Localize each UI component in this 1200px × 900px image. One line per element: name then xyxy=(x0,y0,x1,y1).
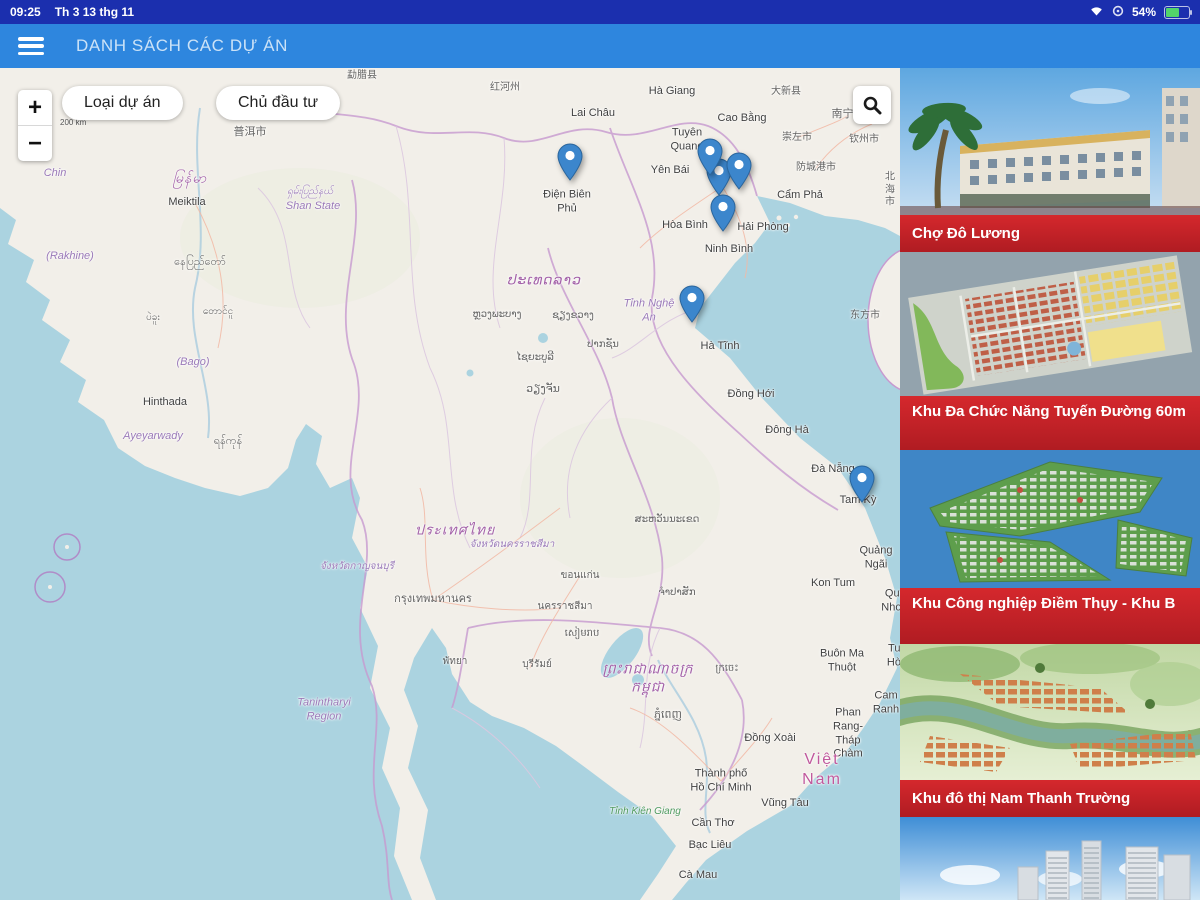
investor-filter-button[interactable]: Chủ đầu tư xyxy=(216,86,340,120)
page-title: DANH SÁCH CÁC DỰ ÁN xyxy=(76,36,288,56)
project-thumbnail xyxy=(900,68,1200,215)
app-root: 09:25 Th 3 13 thg 11 54% DANH SÁCH CÁC D… xyxy=(0,0,1200,900)
search-button[interactable] xyxy=(853,86,891,124)
zoom-in-button[interactable]: + xyxy=(18,90,52,125)
map-marker[interactable] xyxy=(679,285,705,323)
orientation-lock-icon xyxy=(1112,5,1124,20)
project-card[interactable] xyxy=(900,817,1200,900)
project-type-filter-button[interactable]: Loại dự án xyxy=(62,86,183,120)
menu-icon[interactable] xyxy=(18,37,44,55)
project-title: Chợ Đô Lương xyxy=(900,215,1200,252)
wifi-icon xyxy=(1089,5,1104,19)
map-marker[interactable] xyxy=(697,138,723,176)
search-icon xyxy=(862,95,882,115)
status-bar: 09:25 Th 3 13 thg 11 54% xyxy=(0,0,1200,24)
project-thumbnail xyxy=(900,252,1200,396)
zoom-control: + − xyxy=(18,90,52,161)
map-marker[interactable] xyxy=(557,143,583,181)
map-basemap xyxy=(0,68,900,900)
zoom-out-button[interactable]: − xyxy=(18,126,52,161)
map-marker[interactable] xyxy=(849,465,875,503)
map-marker[interactable] xyxy=(726,152,752,190)
project-thumbnail xyxy=(900,450,1200,588)
clock: 09:25 xyxy=(10,5,41,19)
battery-icon xyxy=(1164,6,1190,19)
project-card[interactable]: Khu Công nghiệp Điềm Thụy - Khu B xyxy=(900,450,1200,644)
battery-percent: 54% xyxy=(1132,5,1156,19)
project-card[interactable]: Chợ Đô Lương xyxy=(900,68,1200,252)
project-thumbnail xyxy=(900,817,1200,900)
map-canvas[interactable]: Lai ChâuHà GiangCao BằngTuyên QuangYên B… xyxy=(0,68,900,900)
map-marker[interactable] xyxy=(710,194,736,232)
project-list-sidebar: Chợ Đô Lương xyxy=(900,68,1200,900)
project-title: Khu Công nghiệp Điềm Thụy - Khu B xyxy=(900,588,1200,644)
header-bar: DANH SÁCH CÁC DỰ ÁN xyxy=(0,24,1200,68)
project-card[interactable]: Khu đô thị Nam Thanh Trường xyxy=(900,644,1200,817)
project-thumbnail xyxy=(900,644,1200,780)
project-title: Khu đô thị Nam Thanh Trường xyxy=(900,780,1200,817)
project-card[interactable]: Khu Đa Chức Năng Tuyến Đường 60m xyxy=(900,252,1200,450)
project-title: Khu Đa Chức Năng Tuyến Đường 60m xyxy=(900,396,1200,450)
date: Th 3 13 thg 11 xyxy=(55,5,134,19)
